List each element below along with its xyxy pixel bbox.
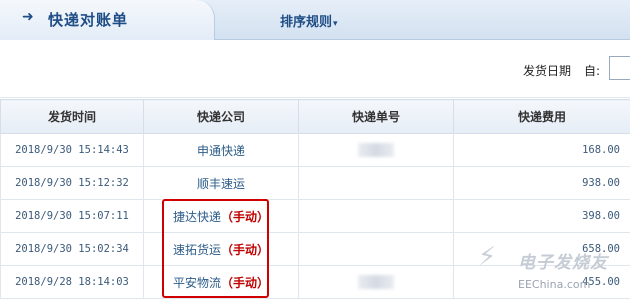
- cell-ship-time: 2018/9/30 15:12:32: [0, 166, 144, 200]
- cell-company: 顺丰速运: [143, 166, 299, 200]
- cell-tracking-number: [298, 133, 454, 167]
- cell-ship-time: 2018/9/30 15:14:43: [0, 133, 144, 167]
- cell-fee: 168.00: [453, 133, 630, 167]
- cell-ship-time: 2018/9/30 15:07:11: [0, 199, 144, 233]
- sort-rules-menu[interactable]: 排序规则▾: [280, 11, 338, 30]
- manual-tag: （手动）: [221, 209, 270, 224]
- company-name: 顺丰速运: [196, 176, 245, 191]
- table-row[interactable]: 2018/9/30 15:07:11 捷达快递（手动） 398.00: [0, 199, 630, 233]
- chevron-down-icon: ▾: [333, 19, 338, 29]
- date-from-input[interactable]: [609, 56, 630, 80]
- company-name: 申通快递: [196, 143, 245, 158]
- cell-company: 平安物流（手动）: [143, 265, 299, 299]
- cell-ship-time: 2018/9/28 18:14:03: [0, 265, 144, 299]
- table-row[interactable]: 2018/9/30 15:14:43 申通快递 168.00: [0, 133, 630, 167]
- table-row[interactable]: 2018/9/30 15:12:32 顺丰速运 938.00: [0, 166, 630, 200]
- ship-date-label: 发货日期: [523, 64, 572, 78]
- cell-tracking-number: [298, 166, 454, 200]
- express-table: 发货时间 快递公司 快递单号 快递费用 2018/9/30 15:14:43 申…: [0, 99, 630, 299]
- manual-tag: （手动）: [221, 275, 270, 290]
- column-header-fee[interactable]: 快递费用: [453, 99, 630, 134]
- cell-tracking-number: [298, 199, 454, 233]
- manual-tag: （手动）: [221, 242, 270, 257]
- table-row[interactable]: 2018/9/30 15:02:34 速拓货运（手动） 658.00: [0, 232, 630, 266]
- arrow-right-icon: ➜: [22, 9, 34, 25]
- sort-rules-label: 排序规则: [280, 15, 333, 30]
- tab-express-statement[interactable]: ➜ 快递对账单: [0, 0, 215, 40]
- blurred-tracking-number: [358, 275, 394, 289]
- blurred-tracking-number: [358, 143, 394, 157]
- cell-ship-time: 2018/9/30 15:02:34: [0, 232, 144, 266]
- header-bar: ➜ 快递对账单 排序规则▾: [0, 0, 630, 40]
- cell-fee: 658.00: [453, 232, 630, 266]
- cell-company: 捷达快递（手动）: [143, 199, 299, 233]
- cell-fee: 455.00: [453, 265, 630, 299]
- company-name: 平安物流: [172, 275, 221, 290]
- cell-company: 速拓货运（手动）: [143, 232, 299, 266]
- column-header-ship-time[interactable]: 发货时间: [0, 99, 144, 134]
- company-name: 速拓货运: [172, 242, 221, 257]
- page-title: 快递对账单: [48, 11, 129, 29]
- table-row[interactable]: 2018/9/28 18:14:03 平安物流（手动） 455.00: [0, 265, 630, 299]
- cell-tracking-number: [298, 265, 454, 299]
- column-header-tracking-number[interactable]: 快递单号: [298, 99, 454, 134]
- cell-fee: 398.00: [453, 199, 630, 233]
- date-from-label: 自:: [584, 64, 601, 78]
- cell-tracking-number: [298, 232, 454, 266]
- cell-fee: 938.00: [453, 166, 630, 200]
- cell-company: 申通快递: [143, 133, 299, 167]
- column-header-company[interactable]: 快递公司: [143, 99, 299, 134]
- company-name: 捷达快递: [172, 209, 221, 224]
- table-header-row: 发货时间 快递公司 快递单号 快递费用: [0, 99, 630, 134]
